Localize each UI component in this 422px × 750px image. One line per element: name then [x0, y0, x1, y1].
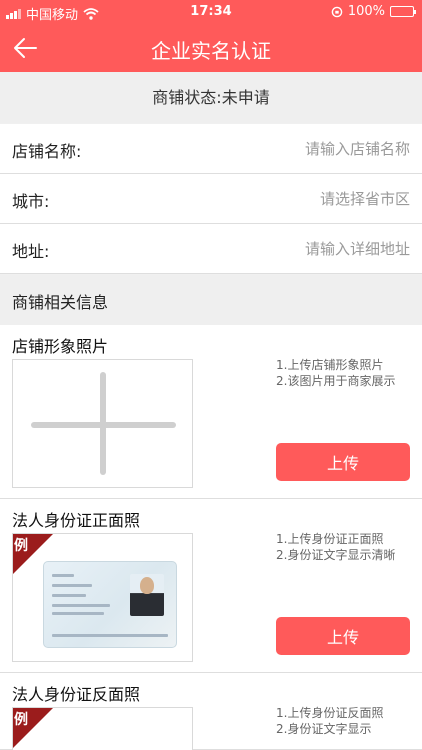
id-back-title: 法人身份证反面照 [12, 685, 141, 704]
city-label: 城市: [12, 192, 50, 211]
shop-name-input[interactable] [170, 136, 410, 162]
id-front-upload-box[interactable]: 例 [12, 533, 193, 662]
shop-image-upload-box[interactable] [12, 359, 193, 488]
nav-bar: 企业实名认证 [0, 24, 422, 72]
city-row[interactable]: 城市: [0, 174, 422, 224]
address-input[interactable] [170, 236, 410, 262]
address-row: 地址: [0, 224, 422, 274]
id-back-block: 法人身份证反面照 例 1.上传身份证反面照 2.身份证文字显示 [0, 673, 422, 750]
status-bar: 中国移动 17:34 100% [0, 0, 422, 24]
id-front-notes: 1.上传身份证正面照 2.身份证文字显示清晰 [276, 531, 416, 563]
page-title: 企业实名认证 [151, 39, 271, 63]
shop-name-row: 店铺名称: [0, 124, 422, 174]
example-badge: 例 [14, 538, 28, 554]
shop-image-notes: 1.上传店铺形象照片 2.该图片用于商家展示 [276, 357, 416, 389]
battery-percent: 100% [347, 4, 385, 19]
example-badge: 例 [14, 712, 28, 728]
battery-icon [390, 6, 416, 17]
shop-image-block: 店铺形象照片 1.上传店铺形象照片 2.该图片用于商家展示 上传 [0, 325, 422, 499]
status-bar-right: 100% [331, 4, 416, 19]
city-select[interactable] [170, 186, 410, 212]
id-front-note-1: 1.上传身份证正面照 [276, 532, 384, 546]
shop-image-note-2: 2.该图片用于商家展示 [276, 374, 396, 388]
id-back-notes: 1.上传身份证反面照 2.身份证文字显示 [276, 705, 416, 737]
id-front-block: 法人身份证正面照 例 1.上传身份证正面照 2.身份证文字显示清晰 上传 [0, 499, 422, 673]
id-front-upload-button[interactable]: 上传 [276, 617, 410, 655]
address-label: 地址: [12, 242, 50, 261]
id-back-note-1: 1.上传身份证反面照 [276, 706, 384, 720]
id-back-upload-box[interactable]: 例 [12, 707, 193, 750]
id-front-title: 法人身份证正面照 [12, 511, 141, 530]
id-card-sample-image [43, 561, 177, 648]
shop-image-upload-button[interactable]: 上传 [276, 443, 410, 481]
id-back-note-2: 2.身份证文字显示 [276, 722, 372, 736]
shop-image-note-1: 1.上传店铺形象照片 [276, 358, 384, 372]
shop-status: 商铺状态:未申请 [0, 72, 422, 123]
shop-image-title: 店铺形象照片 [12, 337, 109, 356]
id-front-note-2: 2.身份证文字显示清晰 [276, 548, 396, 562]
section-header: 商铺相关信息 [0, 275, 422, 325]
shop-name-label: 店铺名称: [12, 142, 82, 161]
section-title: 商铺相关信息 [12, 293, 109, 312]
plus-icon-vertical [100, 372, 106, 475]
orientation-lock-icon [331, 6, 343, 17]
